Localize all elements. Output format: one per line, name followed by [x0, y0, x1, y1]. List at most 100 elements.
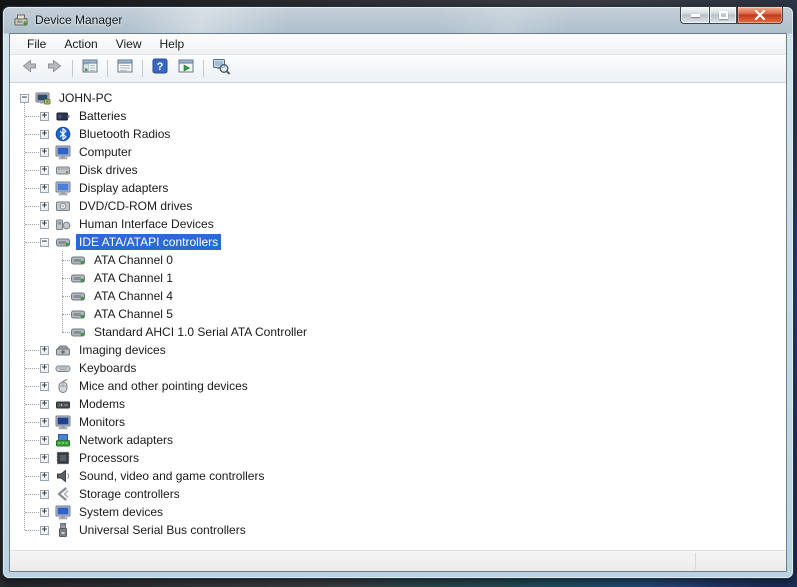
expand-toggle[interactable]: +	[40, 219, 49, 229]
toolbar: ?	[10, 55, 786, 83]
tree-item-display-adapters[interactable]: + Display adapters	[10, 179, 786, 197]
tree-item-label[interactable]: Keyboards	[76, 360, 139, 376]
tree-item-disk-drives[interactable]: + Disk drives	[10, 161, 786, 179]
expand-toggle[interactable]: +	[40, 129, 49, 139]
expand-toggle[interactable]: +	[40, 399, 49, 409]
expand-toggle[interactable]: +	[40, 525, 49, 535]
tree-item-sound-video-and-game-controllers[interactable]: + Sound, video and game controllers	[10, 467, 786, 485]
tree-item-mice-and-other-pointing-devices[interactable]: + Mice and other pointing devices	[10, 377, 786, 395]
tree-item-label[interactable]: ATA Channel 4	[91, 288, 176, 304]
ide-icon	[70, 324, 86, 340]
tree-item-label[interactable]: Disk drives	[76, 162, 141, 178]
tree-item-dvd-cd-rom-drives[interactable]: + DVD/CD-ROM drives	[10, 197, 786, 215]
help-button[interactable]: ?	[147, 57, 173, 81]
toolbar-separator	[203, 60, 204, 77]
expand-toggle[interactable]: +	[40, 381, 49, 391]
forward-icon	[46, 57, 64, 80]
tree-item-computer[interactable]: + Computer	[10, 143, 786, 161]
expand-toggle[interactable]: +	[40, 507, 49, 517]
computer-root-icon	[35, 90, 51, 106]
menu-action[interactable]: Action	[55, 35, 106, 53]
tree-item-label[interactable]: System devices	[76, 504, 166, 520]
scan-hardware-button[interactable]	[208, 57, 234, 81]
close-button[interactable]	[737, 6, 783, 24]
monitor-icon	[55, 414, 71, 430]
tree-item-label[interactable]: Storage controllers	[76, 486, 183, 502]
expand-toggle[interactable]: +	[40, 183, 49, 193]
tree-item-label[interactable]: Modems	[76, 396, 128, 412]
tree-item-label[interactable]: Bluetooth Radios	[76, 126, 173, 142]
tree-item-john-pc[interactable]: − JOHN-PC	[10, 89, 786, 107]
tree-item-network-adapters[interactable]: + Network adapters	[10, 431, 786, 449]
expand-toggle[interactable]: +	[40, 165, 49, 175]
tree-item-label[interactable]: Processors	[76, 450, 142, 466]
disk-icon	[55, 162, 71, 178]
collapse-toggle[interactable]: −	[40, 237, 49, 247]
tree-item-label[interactable]: Monitors	[76, 414, 128, 430]
tree-item-batteries[interactable]: + Batteries	[10, 107, 786, 125]
tree-item-label[interactable]: ATA Channel 5	[91, 306, 176, 322]
tree-item-label[interactable]: DVD/CD-ROM drives	[76, 198, 195, 214]
mouse-icon	[55, 378, 71, 394]
menu-view[interactable]: View	[107, 35, 151, 53]
expand-toggle[interactable]: +	[40, 201, 49, 211]
collapse-toggle[interactable]: −	[20, 93, 29, 103]
tree-item-ata-channel-0[interactable]: ATA Channel 0	[10, 251, 786, 269]
menu-file[interactable]: File	[18, 35, 55, 53]
tree-item-label[interactable]: Human Interface Devices	[76, 216, 217, 232]
maximize-button[interactable]	[709, 6, 737, 24]
titlebar[interactable]: Device Manager	[9, 7, 787, 33]
tree-item-label[interactable]: Imaging devices	[76, 342, 169, 358]
expand-toggle[interactable]: +	[40, 489, 49, 499]
action-pane-icon	[177, 57, 195, 80]
expand-toggle[interactable]: +	[40, 111, 49, 121]
tree-item-label[interactable]: JOHN-PC	[56, 90, 115, 106]
ide-icon	[70, 270, 86, 286]
tree-item-label[interactable]: Sound, video and game controllers	[76, 468, 267, 484]
tree-item-ata-channel-1[interactable]: ATA Channel 1	[10, 269, 786, 287]
tree-item-ata-channel-5[interactable]: ATA Channel 5	[10, 305, 786, 323]
tree-item-human-interface-devices[interactable]: + Human Interface Devices	[10, 215, 786, 233]
expand-toggle[interactable]: +	[40, 435, 49, 445]
tree-item-standard-ahci-1-0-serial-ata-controller[interactable]: Standard AHCI 1.0 Serial ATA Controller	[10, 323, 786, 341]
expand-toggle[interactable]: +	[40, 453, 49, 463]
tree-item-label[interactable]: Network adapters	[76, 432, 176, 448]
tree-item-label[interactable]: Batteries	[76, 108, 129, 124]
expand-toggle[interactable]: +	[40, 471, 49, 481]
tree-item-label[interactable]: IDE ATA/ATAPI controllers	[76, 234, 222, 250]
back-button[interactable]	[16, 57, 42, 81]
expand-toggle[interactable]: +	[40, 147, 49, 157]
tree-item-modems[interactable]: + Modems	[10, 395, 786, 413]
tree-item-system-devices[interactable]: + System devices	[10, 503, 786, 521]
tree-item-ata-channel-4[interactable]: ATA Channel 4	[10, 287, 786, 305]
tree-item-label[interactable]: Computer	[76, 144, 135, 160]
minimize-button[interactable]	[680, 6, 709, 24]
menu-help[interactable]: Help	[151, 35, 194, 53]
tree-item-label[interactable]: Mice and other pointing devices	[76, 378, 251, 394]
tree-item-bluetooth-radios[interactable]: + Bluetooth Radios	[10, 125, 786, 143]
hid-icon	[55, 216, 71, 232]
tree-item-ide-ata-atapi-controllers[interactable]: − IDE ATA/ATAPI controllers	[10, 233, 786, 251]
expand-toggle[interactable]: +	[40, 345, 49, 355]
tree-item-label[interactable]: ATA Channel 1	[91, 270, 176, 286]
expand-toggle[interactable]: +	[40, 363, 49, 373]
forward-button[interactable]	[42, 57, 68, 81]
tree-item-label[interactable]: Display adapters	[76, 180, 171, 196]
tree-item-label[interactable]: ATA Channel 0	[91, 252, 176, 268]
tree-item-label[interactable]: Universal Serial Bus controllers	[76, 522, 249, 538]
expand-toggle[interactable]: +	[40, 417, 49, 427]
ide-icon	[70, 252, 86, 268]
bluetooth-icon	[55, 126, 71, 142]
tree-item-label[interactable]: Standard AHCI 1.0 Serial ATA Controller	[91, 324, 310, 340]
tree-item-keyboards[interactable]: + Keyboards	[10, 359, 786, 377]
action-pane-button[interactable]	[173, 57, 199, 81]
console-tree-button[interactable]	[77, 57, 103, 81]
tree-item-universal-serial-bus-controllers[interactable]: + Universal Serial Bus controllers	[10, 521, 786, 539]
console-tree-icon	[81, 57, 99, 80]
tree-item-imaging-devices[interactable]: + Imaging devices	[10, 341, 786, 359]
toolbar-separator	[72, 60, 73, 77]
tree-item-storage-controllers[interactable]: + Storage controllers	[10, 485, 786, 503]
tree-item-processors[interactable]: + Processors	[10, 449, 786, 467]
tree-item-monitors[interactable]: + Monitors	[10, 413, 786, 431]
properties-button[interactable]	[112, 57, 138, 81]
